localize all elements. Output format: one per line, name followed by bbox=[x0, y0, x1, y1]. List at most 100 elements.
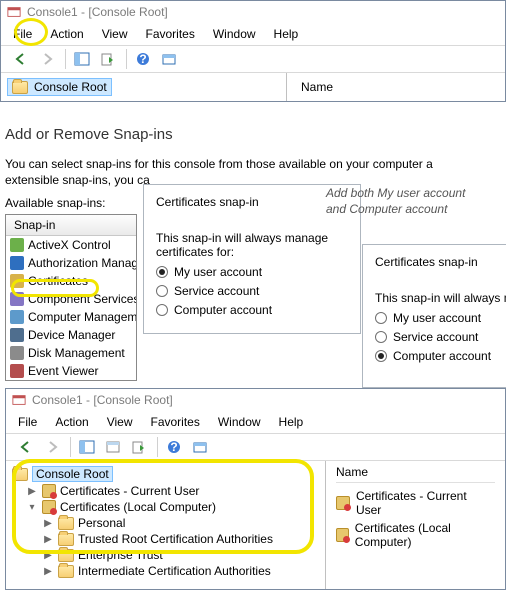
device-manager-icon bbox=[10, 328, 24, 342]
radio-user-account[interactable]: My user account bbox=[375, 311, 506, 325]
svg-text:?: ? bbox=[139, 52, 146, 66]
menu-file[interactable]: File bbox=[18, 415, 37, 429]
new-window-button[interactable] bbox=[157, 48, 181, 70]
menu-help[interactable]: Help bbox=[274, 27, 299, 41]
help-button[interactable]: ? bbox=[162, 436, 186, 458]
export-list-button[interactable] bbox=[96, 48, 120, 70]
radio-icon bbox=[156, 304, 168, 316]
certificate-icon bbox=[336, 496, 350, 510]
list-label: Certificates - Current User bbox=[356, 489, 495, 517]
tree-cert-current-user[interactable]: ▶ Certificates - Current User bbox=[12, 483, 319, 499]
show-hide-tree-button[interactable] bbox=[70, 48, 94, 70]
menu-view[interactable]: View bbox=[107, 415, 133, 429]
mmc-window-top: Console1 - [Console Root] File Action Vi… bbox=[0, 0, 506, 102]
folder-icon bbox=[12, 468, 28, 481]
menu-window[interactable]: Window bbox=[218, 415, 261, 429]
tree-trusted-root-ca[interactable]: ▶Trusted Root Certification Authorities bbox=[12, 531, 319, 547]
separator bbox=[70, 437, 71, 457]
authorization-icon bbox=[10, 256, 24, 270]
radio-icon bbox=[156, 266, 168, 278]
menu-window[interactable]: Window bbox=[213, 27, 256, 41]
expand-icon[interactable]: ▶ bbox=[42, 550, 54, 561]
console-root-node[interactable]: Console Root bbox=[7, 78, 112, 96]
snapin-component-services[interactable]: Component Services bbox=[6, 290, 136, 308]
list-label: Certificates (Local Computer) bbox=[355, 521, 495, 549]
menubar: File Action View Favorites Window Help bbox=[6, 411, 505, 433]
component-services-icon bbox=[10, 292, 24, 306]
tree-intermediate-ca[interactable]: ▶Intermediate Certification Authorities bbox=[12, 563, 319, 579]
tree-label: Enterprise Trust bbox=[78, 548, 163, 562]
mmc-icon bbox=[12, 393, 26, 407]
collapse-icon[interactable]: ▾ bbox=[26, 502, 38, 513]
tree-enterprise-trust[interactable]: ▶ Enterprise Trust bbox=[12, 547, 319, 563]
radio-label: Computer account bbox=[393, 349, 491, 363]
menu-view[interactable]: View bbox=[102, 27, 128, 41]
menu-favorites[interactable]: Favorites bbox=[151, 415, 200, 429]
expand-icon[interactable]: ▶ bbox=[42, 566, 54, 577]
properties-button[interactable] bbox=[101, 436, 125, 458]
available-snapins-list[interactable]: Snap-in ActiveX Control Authorization Ma… bbox=[5, 214, 137, 381]
snapin-event-viewer[interactable]: Event Viewer bbox=[6, 362, 136, 380]
tree-console-root[interactable]: Console Root bbox=[12, 465, 319, 483]
new-window-button[interactable] bbox=[188, 436, 212, 458]
window-title: Console1 - [Console Root] bbox=[27, 5, 168, 19]
separator bbox=[157, 437, 158, 457]
certificates-icon bbox=[10, 274, 24, 288]
snapin-certificates[interactable]: Certificates bbox=[6, 272, 136, 290]
column-name: Name bbox=[336, 465, 368, 479]
radio-service-account[interactable]: Service account bbox=[156, 284, 348, 298]
tree-pane[interactable]: Console Root bbox=[1, 73, 287, 101]
help-button[interactable]: ? bbox=[131, 48, 155, 70]
radio-icon bbox=[375, 331, 387, 343]
toolbar: ? bbox=[1, 45, 505, 73]
menubar: File Action View Favorites Window Help bbox=[1, 23, 505, 45]
event-viewer-icon bbox=[10, 364, 24, 378]
snapin-label: ActiveX Control bbox=[28, 238, 111, 252]
mmc-icon bbox=[7, 5, 21, 19]
activex-icon bbox=[10, 238, 24, 252]
snapin-authorization[interactable]: Authorization Manage bbox=[6, 254, 136, 272]
list-item-cert-computer[interactable]: Certificates (Local Computer) bbox=[336, 519, 495, 551]
folder-icon bbox=[58, 549, 74, 562]
radio-service-account[interactable]: Service account bbox=[375, 330, 506, 344]
menu-help[interactable]: Help bbox=[279, 415, 304, 429]
expand-icon[interactable]: ▶ bbox=[42, 518, 54, 529]
show-hide-tree-button[interactable] bbox=[75, 436, 99, 458]
list-pane[interactable]: Name Certificates - Current User Certifi… bbox=[326, 461, 505, 589]
snapin-activex[interactable]: ActiveX Control bbox=[6, 236, 136, 254]
radio-icon bbox=[375, 312, 387, 324]
radio-computer-account[interactable]: Computer account bbox=[375, 349, 506, 363]
nav-forward-button[interactable] bbox=[40, 436, 64, 458]
snapin-device-manager[interactable]: Device Manager bbox=[6, 326, 136, 344]
menu-file[interactable]: File bbox=[13, 27, 32, 41]
tree-personal[interactable]: ▶Personal bbox=[12, 515, 319, 531]
annotation-line: Add both My user account bbox=[326, 186, 465, 200]
computer-management-icon bbox=[10, 310, 24, 324]
expand-icon[interactable]: ▶ bbox=[26, 486, 38, 497]
radio-user-account[interactable]: My user account bbox=[156, 265, 348, 279]
radio-computer-account[interactable]: Computer account bbox=[156, 303, 348, 317]
snapin-disk-management[interactable]: Disk Management bbox=[6, 344, 136, 362]
column-name: Name bbox=[301, 80, 333, 94]
export-list-button[interactable] bbox=[127, 436, 151, 458]
expand-icon[interactable]: ▶ bbox=[42, 534, 54, 545]
menu-action[interactable]: Action bbox=[50, 27, 83, 41]
nav-forward-button[interactable] bbox=[35, 48, 59, 70]
mmc-window-bottom: Console1 - [Console Root] File Action Vi… bbox=[5, 388, 506, 590]
snapin-label: Certificates bbox=[28, 274, 88, 288]
nav-back-button[interactable] bbox=[14, 436, 38, 458]
snapin-label: Authorization Manage bbox=[28, 256, 136, 270]
folder-icon bbox=[58, 533, 74, 546]
cert-panel-prompt: This snap-in will always manag bbox=[375, 291, 506, 305]
snapin-computer-management[interactable]: Computer Managem bbox=[6, 308, 136, 326]
cert-snapin-panel-computer: Certificates snap-in This snap-in will a… bbox=[362, 244, 506, 388]
tree-label: Certificates (Local Computer) bbox=[60, 500, 216, 514]
list-item-cert-user[interactable]: Certificates - Current User bbox=[336, 487, 495, 519]
titlebar: Console1 - [Console Root] bbox=[6, 389, 505, 411]
tree-cert-local-computer[interactable]: ▾ Certificates (Local Computer) bbox=[12, 499, 319, 515]
nav-back-button[interactable] bbox=[9, 48, 33, 70]
menu-favorites[interactable]: Favorites bbox=[146, 27, 195, 41]
menu-action[interactable]: Action bbox=[55, 415, 88, 429]
tree-pane[interactable]: Console Root ▶ Certificates - Current Us… bbox=[6, 461, 326, 589]
tree-label: Console Root bbox=[32, 466, 113, 482]
